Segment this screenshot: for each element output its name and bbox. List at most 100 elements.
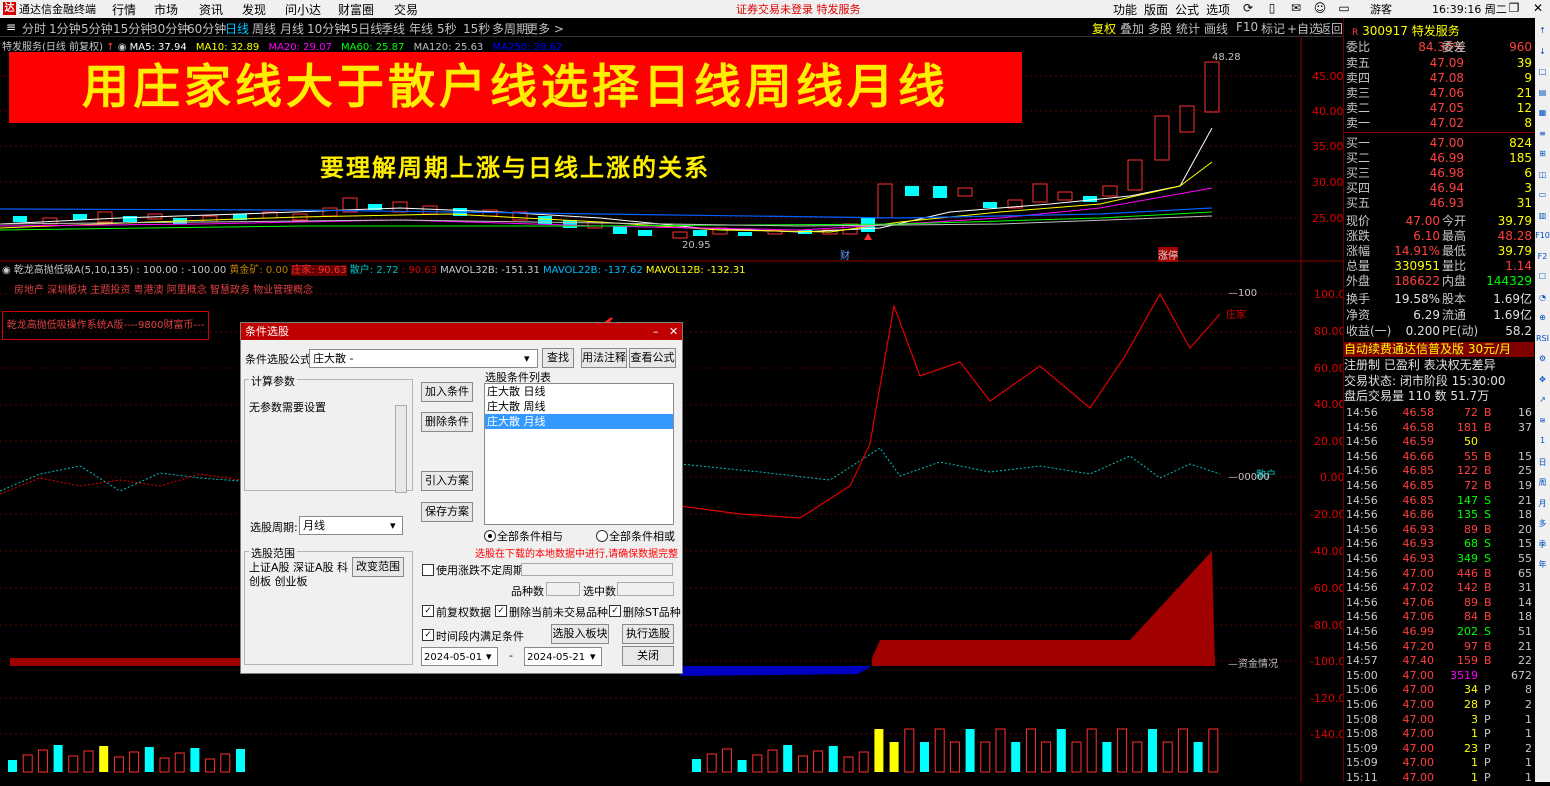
menu-gongshi[interactable]: 公式 — [1175, 1, 1199, 18]
condition-item-day[interactable]: 庄大散 日线 — [485, 384, 673, 399]
minimize-icon[interactable]: – — [1480, 0, 1496, 17]
toolbar-f10[interactable]: F10 — [1236, 20, 1258, 34]
dialog-titlebar[interactable]: 条件选股 – ✕ — [241, 323, 682, 340]
system-box[interactable]: 乾龙高抛低吸操作系统A版----9800财富币--- — [2, 311, 209, 340]
phone-icon[interactable]: ▯ — [1264, 0, 1280, 17]
menu-zixun[interactable]: 资讯 — [199, 1, 223, 18]
period-5sec[interactable]: 5秒 — [437, 20, 457, 37]
menu-jiaoyi[interactable]: 交易 — [394, 1, 418, 18]
side-icon[interactable]: ↑ — [1535, 26, 1550, 35]
dialog-minimize-icon[interactable]: – — [653, 323, 659, 340]
side-icon[interactable]: 月 — [1535, 498, 1550, 509]
menu-faxian[interactable]: 发现 — [242, 1, 266, 18]
period-15min[interactable]: 15分钟 — [113, 20, 152, 37]
toolbar-fuquan[interactable]: 复权 — [1092, 20, 1116, 37]
uncertain-cycle-input[interactable] — [521, 563, 673, 576]
side-icon[interactable]: ☐ — [1535, 272, 1550, 281]
toolbar-huaxian[interactable]: 画线 — [1204, 20, 1228, 37]
toolbar-duogu[interactable]: 多股 — [1148, 20, 1172, 37]
remove-st-checkbox[interactable]: ✓ — [609, 605, 621, 617]
side-icon[interactable]: F2 — [1535, 252, 1550, 261]
period-more[interactable]: 更多 > — [526, 20, 564, 37]
find-button[interactable]: 查找 — [542, 348, 574, 368]
side-icon[interactable]: ≋ — [1535, 416, 1550, 425]
close-icon[interactable]: ✕ — [1530, 0, 1546, 17]
chevron-down-icon[interactable]: ▾ — [486, 648, 492, 665]
date-to-field[interactable]: 2024-05-21 ▾ — [524, 647, 602, 666]
params-scrollbar[interactable] — [395, 405, 407, 493]
menu-hangqing[interactable]: 行情 — [112, 1, 136, 18]
side-icon[interactable]: ✥ — [1535, 375, 1550, 384]
menu-toggle-icon[interactable]: ≡ — [3, 18, 19, 36]
toolbar-tongji[interactable]: 统计 — [1176, 20, 1200, 37]
user-status[interactable]: 游客 — [1370, 1, 1392, 17]
remove-inactive-checkbox[interactable]: ✓ — [495, 605, 507, 617]
chat-icon[interactable]: ☺ — [1312, 0, 1328, 17]
side-icon[interactable]: 年 — [1535, 559, 1550, 570]
side-icon[interactable]: ≡ — [1535, 129, 1550, 138]
save-plan-button[interactable]: 保存方案 — [421, 502, 473, 522]
time-period-checkbox[interactable]: ✓ — [422, 629, 434, 641]
refresh-icon[interactable]: ⟳ — [1240, 0, 1256, 17]
period-45day[interactable]: 45日线 — [343, 20, 382, 37]
period-1min[interactable]: 1分钟 — [49, 20, 81, 37]
side-icon[interactable]: □ — [1535, 67, 1550, 76]
period-5min[interactable]: 5分钟 — [81, 20, 113, 37]
menu-xuanxiang[interactable]: 选项 — [1206, 1, 1230, 18]
close-button[interactable]: 关闭 — [622, 646, 674, 666]
side-icon[interactable]: ⊕ — [1535, 313, 1550, 322]
to-block-button[interactable]: 选股入板块 — [551, 624, 609, 644]
login-notice[interactable]: 证券交易未登录 特发服务 — [736, 1, 861, 17]
chevron-down-icon[interactable]: ▾ — [390, 517, 396, 534]
toolbar-diejia[interactable]: 叠加 — [1120, 20, 1144, 37]
concept-tags[interactable]: 房地产 深圳板块 主题投资 粤港澳 阿里概念 智慧政务 物业管理概念 — [14, 281, 313, 296]
add-condition-button[interactable]: 加入条件 — [421, 382, 473, 402]
side-icon[interactable]: F10 — [1535, 231, 1550, 240]
condition-item-month[interactable]: 庄大散 月线 — [485, 414, 673, 429]
period-60min[interactable]: 60分钟 — [187, 20, 226, 37]
indicator-settings-icon[interactable]: ◉ — [2, 265, 11, 276]
period-year[interactable]: 年线 — [409, 20, 433, 37]
view-formula-button[interactable]: 查看公式 — [629, 348, 676, 368]
side-icon[interactable]: 周 — [1535, 477, 1550, 488]
side-icon[interactable]: ◔ — [1535, 293, 1550, 302]
change-range-button[interactable]: 改变范围 — [352, 557, 404, 577]
period-season[interactable]: 季线 — [381, 20, 405, 37]
period-month[interactable]: 月线 — [280, 20, 304, 37]
period-select[interactable]: 月线 ▾ — [299, 516, 403, 535]
side-icon[interactable]: ⊞ — [1535, 149, 1550, 158]
period-15sec[interactable]: 15秒 — [463, 20, 490, 37]
side-icon[interactable]: ▤ — [1535, 88, 1550, 97]
chevron-down-icon[interactable]: ▾ — [590, 648, 596, 665]
message-icon[interactable]: ▭ — [1336, 0, 1352, 17]
toolbar-zixuan[interactable]: +自选 — [1287, 20, 1321, 37]
menu-banmian[interactable]: 版面 — [1144, 1, 1168, 18]
side-icon[interactable]: 季 — [1535, 539, 1550, 550]
side-icon[interactable]: ⚙ — [1535, 354, 1550, 363]
dialog-close-icon[interactable]: ✕ — [669, 323, 678, 340]
side-icon[interactable]: ▭ — [1535, 190, 1550, 199]
side-icon[interactable]: ↓ — [1535, 47, 1550, 56]
toolbar-fanhui[interactable]: 返回 — [1319, 20, 1343, 37]
period-day[interactable]: 日线 — [225, 20, 249, 37]
usage-button[interactable]: 用法注释 — [581, 348, 627, 368]
radio-and[interactable] — [484, 530, 496, 542]
side-icon[interactable]: 1 — [1535, 436, 1550, 445]
period-fenshi[interactable]: 分时 — [22, 20, 46, 37]
forward-adjust-checkbox[interactable]: ✓ — [422, 605, 434, 617]
menu-gongneng[interactable]: 功能 — [1113, 1, 1137, 18]
side-icon[interactable]: ◫ — [1535, 170, 1550, 179]
promo-auto-renew[interactable]: 自动续费通达信普及版 30元/月 — [1344, 342, 1534, 357]
side-icon[interactable]: 多 — [1535, 518, 1550, 529]
import-plan-button[interactable]: 引入方案 — [421, 471, 473, 491]
side-icon[interactable]: 日 — [1535, 457, 1550, 468]
run-selection-button[interactable]: 执行选股 — [622, 624, 674, 644]
period-week[interactable]: 周线 — [252, 20, 276, 37]
condition-item-week[interactable]: 庄大散 周线 — [485, 399, 673, 414]
menu-wenxiaoda[interactable]: 问小达 — [285, 1, 321, 18]
menu-shichang[interactable]: 市场 — [154, 1, 178, 18]
period-multi[interactable]: 多周期 — [492, 20, 528, 37]
period-30min[interactable]: 30分钟 — [150, 20, 189, 37]
period-10min[interactable]: 10分钟 — [307, 20, 346, 37]
side-icon[interactable]: ▥ — [1535, 211, 1550, 220]
